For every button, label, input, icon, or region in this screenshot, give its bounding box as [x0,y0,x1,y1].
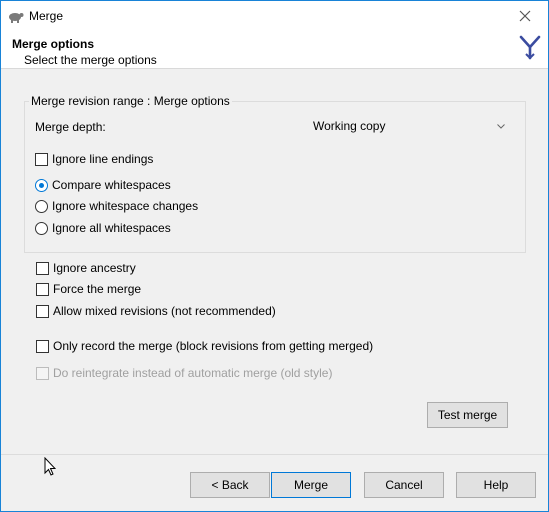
checkbox-box-disabled [36,366,49,380]
checkbox-box[interactable] [36,339,49,353]
merge-depth-value: Working copy [313,119,386,133]
close-button[interactable] [502,1,548,31]
back-button[interactable]: < Back [190,472,270,498]
force-merge-label: Force the merge [53,282,142,296]
header-subtitle: Select the merge options [24,53,157,67]
title-bar[interactable]: Merge [1,1,548,31]
wizard-header: Merge options Select the merge options [1,31,548,69]
test-merge-button[interactable]: Test merge [427,402,508,428]
ignore-all-whitespaces-label: Ignore all whitespaces [52,221,171,235]
help-button[interactable]: Help [456,472,536,498]
ignore-line-endings-checkbox[interactable]: Ignore line endings [35,151,153,167]
compare-whitespaces-label: Compare whitespaces [52,178,171,192]
merge-dialog: Merge Merge options Select the merge opt… [0,0,549,512]
merge-depth-select[interactable]: Working copy [309,116,509,136]
radio-button[interactable] [35,199,48,213]
compare-whitespaces-radio[interactable]: Compare whitespaces [35,177,171,193]
merge-depth-label: Merge depth: [35,120,106,134]
ignore-ancestry-checkbox[interactable]: Ignore ancestry [36,260,136,276]
header-title: Merge options [12,37,95,51]
checkbox-box[interactable] [35,152,48,166]
reintegrate-label: Do reintegrate instead of automatic merg… [53,366,333,380]
ignore-whitespace-changes-label: Ignore whitespace changes [52,199,199,213]
merge-button[interactable]: Merge [271,472,351,498]
options-panel: Merge revision range : Merge options Mer… [1,69,548,454]
checkbox-box[interactable] [36,261,49,275]
chevron-down-icon [497,123,505,129]
allow-mixed-revisions-checkbox[interactable]: Allow mixed revisions (not recommended) [36,303,276,319]
only-record-merge-label: Only record the merge (block revisions f… [53,339,374,353]
only-record-merge-checkbox[interactable]: Only record the merge (block revisions f… [36,338,373,354]
cancel-button[interactable]: Cancel [364,472,444,498]
ignore-all-whitespaces-radio[interactable]: Ignore all whitespaces [35,220,171,236]
close-icon [519,10,531,22]
ignore-whitespace-changes-radio[interactable]: Ignore whitespace changes [35,198,198,214]
reintegrate-checkbox: Do reintegrate instead of automatic merg… [36,365,332,381]
mouse-cursor-icon [44,457,56,476]
checkbox-box[interactable] [36,282,49,296]
button-bar: < Back Merge Cancel Help [1,455,548,511]
group-legend: Merge revision range : Merge options [29,94,232,108]
radio-button-selected[interactable] [35,178,48,192]
merge-options-group: Merge revision range : Merge options Mer… [24,94,526,253]
window-title: Merge [29,9,64,23]
force-merge-checkbox[interactable]: Force the merge [36,281,141,297]
allow-mixed-revisions-label: Allow mixed revisions (not recommended) [53,304,276,318]
radio-button[interactable] [35,221,48,235]
checkbox-box[interactable] [36,304,49,318]
ignore-ancestry-label: Ignore ancestry [53,261,136,275]
ignore-line-endings-label: Ignore line endings [52,152,154,166]
merge-arrows-icon [519,35,541,60]
tortoise-icon [9,13,24,23]
